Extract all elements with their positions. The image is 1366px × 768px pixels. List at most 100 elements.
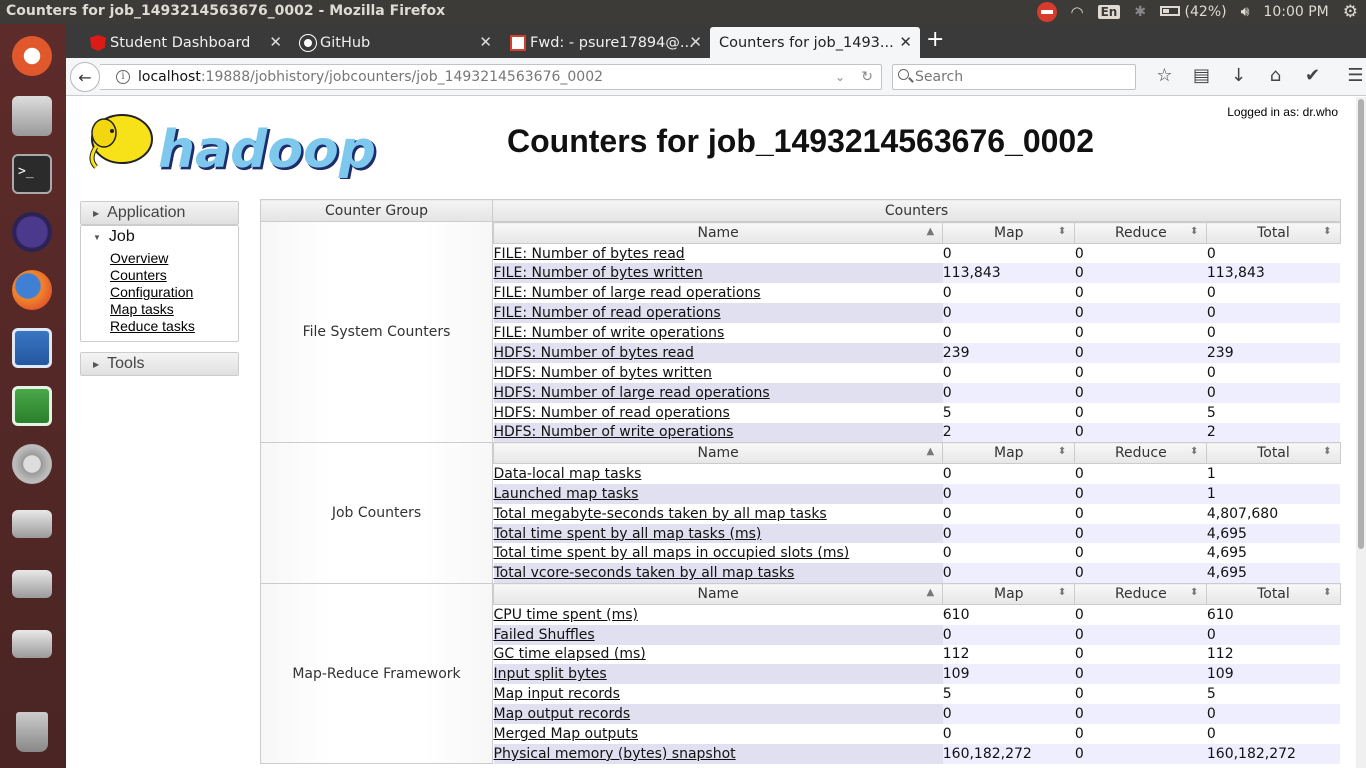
counter-link[interactable]: Input split bytes [494,666,607,682]
menu-icon[interactable]: ☰ [1337,65,1366,89]
logged-in-label: Logged in as: dr.who [1227,105,1338,119]
counter-link[interactable]: FILE: Number of bytes read [494,246,685,262]
launcher-trash-button[interactable] [6,706,58,758]
close-icon[interactable]: ✕ [689,33,702,51]
launcher-drive-button[interactable] [6,498,58,550]
launcher: >_ [0,24,66,768]
launcher-eclipse-button[interactable] [6,206,58,258]
counter-link[interactable]: Total time spent by all map tasks (ms) [494,526,762,542]
counter-link[interactable]: FILE: Number of read operations [494,305,721,321]
column-header-name[interactable]: Name ▲ [492,222,944,244]
counter-link[interactable]: Physical memory (bytes) snapshot [494,746,736,762]
nav-link-map-tasks[interactable]: Map tasks [110,301,238,318]
trash-icon [16,712,48,752]
counter-link[interactable]: HDFS: Number of bytes written [494,365,712,381]
counter-link[interactable]: Launched map tasks [494,486,639,502]
counter-map-value-cell: 239 [942,342,1075,363]
column-header-map[interactable]: Map ⬍ [942,222,1076,244]
launcher-settings-button[interactable] [6,438,58,490]
column-header-total[interactable]: Total ⬍ [1206,222,1341,244]
counter-link[interactable]: Data-local map tasks [494,466,642,482]
page-scrollbar[interactable] [1356,97,1366,768]
table-row: FILE: Number of bytes written 113,843 0 113… [493,263,1340,284]
launcher-terminal-button[interactable]: >_ [6,148,58,200]
counter-link[interactable]: GC time elapsed (ms) [494,646,646,662]
battery-indicator[interactable]: (42%) [1160,4,1227,20]
tab-counters[interactable]: Counters for job_1493... ✕ [710,27,920,58]
column-header-total[interactable]: Total ⬍ [1206,583,1341,606]
tab-student-dashboard[interactable]: Student Dashboard ✕ [86,27,290,58]
bluetooth-icon[interactable]: ✱ [1134,4,1146,20]
keyboard-layout-indicator[interactable]: En [1097,5,1121,19]
counter-link[interactable]: Failed Shuffles [494,627,595,643]
home-icon[interactable]: ⌂ [1257,65,1294,89]
counter-reduce-value-cell: 0 [1074,463,1207,484]
counter-link[interactable]: Total vcore-seconds taken by all map tas… [494,565,795,581]
launcher-firefox-button[interactable] [6,264,58,316]
column-header-map[interactable]: Map ⬍ [942,442,1076,465]
counter-link[interactable]: HDFS: Number of write operations [494,424,734,440]
counter-link[interactable]: Map output records [494,706,631,722]
new-tab-button[interactable]: + [926,27,944,52]
column-header-name[interactable]: Name ▲ [492,442,944,465]
dropdown-icon[interactable]: ⌄ [835,70,845,84]
wifi-icon[interactable]: ◠ [1071,3,1084,21]
gear-icon[interactable]: ⚙ [1343,2,1358,22]
tab-gmail[interactable]: Fwd: - psure17894@... ✕ [506,27,710,58]
back-button[interactable]: ← [70,62,100,92]
nav-link-configuration[interactable]: Configuration [110,284,238,301]
tab-title: Fwd: - psure17894@... [530,34,694,51]
launcher-writer-button[interactable] [6,322,58,374]
launcher-ubuntu-button[interactable] [6,30,58,82]
bookmark-star-icon[interactable]: ☆ [1146,65,1183,89]
close-icon[interactable]: ✕ [899,33,912,51]
nav-tools-label: Tools [107,355,145,372]
volume-icon[interactable]: 🔊︎ [1241,4,1250,20]
counter-link[interactable]: FILE: Number of large read operations [494,285,761,301]
reading-list-icon[interactable]: ▤ [1183,65,1220,89]
nav-link-reduce-tasks[interactable]: Reduce tasks [110,318,238,335]
counter-link[interactable]: Total megabyte-seconds taken by all map … [494,506,827,522]
stop-icon[interactable] [1036,2,1057,22]
counter-link[interactable]: Merged Map outputs [494,726,639,742]
launcher-drive-button[interactable] [6,618,58,670]
counter-link[interactable]: Map input records [494,686,620,702]
info-icon[interactable]: i [116,70,130,84]
counter-link[interactable]: CPU time spent (ms) [494,607,638,623]
counter-link[interactable]: HDFS: Number of large read operations [494,385,770,401]
nav-job-header[interactable]: ▼ Job [81,226,238,248]
nav-link-overview[interactable]: Overview [110,250,238,267]
counter-total-value-cell: 4,807,680 [1206,503,1340,524]
tab-github[interactable]: GitHub ✕ [296,27,500,58]
launcher-drive-button[interactable] [6,558,58,610]
counter-total-value-cell: 5 [1206,402,1340,423]
scrollbar-thumb[interactable] [1358,99,1364,549]
counter-total-value-cell: 112 [1206,644,1340,665]
column-header-name[interactable]: Name ▲ [492,583,944,606]
url-bar[interactable]: i localhost:19888/jobhistory/jobcounters… [100,64,882,90]
column-header-reduce[interactable]: Reduce ⬍ [1074,583,1208,606]
counter-link[interactable]: HDFS: Number of bytes read [494,345,694,361]
search-input[interactable]: Search [892,64,1136,90]
nav-tools-header[interactable]: ▶ Tools [81,353,238,375]
counter-name-cell: Physical memory (bytes) snapshot [493,743,943,764]
download-icon[interactable]: ↓ [1220,65,1257,89]
counter-link[interactable]: HDFS: Number of read operations [494,405,730,421]
reload-icon[interactable]: ↻ [861,69,873,85]
column-header-reduce[interactable]: Reduce ⬍ [1074,222,1208,244]
counter-link[interactable]: Total time spent by all maps in occupied… [494,545,850,561]
column-header-reduce[interactable]: Reduce ⬍ [1074,442,1208,465]
pocket-icon[interactable]: ✔ [1294,65,1331,89]
launcher-files-button[interactable] [6,90,58,142]
nav-link-counters[interactable]: Counters [110,267,238,284]
clock[interactable]: 10:00 PM [1263,4,1328,20]
launcher-calc-button[interactable] [6,380,58,432]
counter-link[interactable]: FILE: Number of bytes written [494,265,703,281]
counter-link[interactable]: FILE: Number of write operations [494,325,725,341]
close-icon[interactable]: ✕ [269,33,282,51]
column-header-total[interactable]: Total ⬍ [1206,442,1341,465]
column-header-map[interactable]: Map ⬍ [942,583,1076,606]
column-label: Total [1257,586,1290,603]
close-icon[interactable]: ✕ [479,33,492,51]
nav-application-header[interactable]: ▶ Application [81,202,238,224]
